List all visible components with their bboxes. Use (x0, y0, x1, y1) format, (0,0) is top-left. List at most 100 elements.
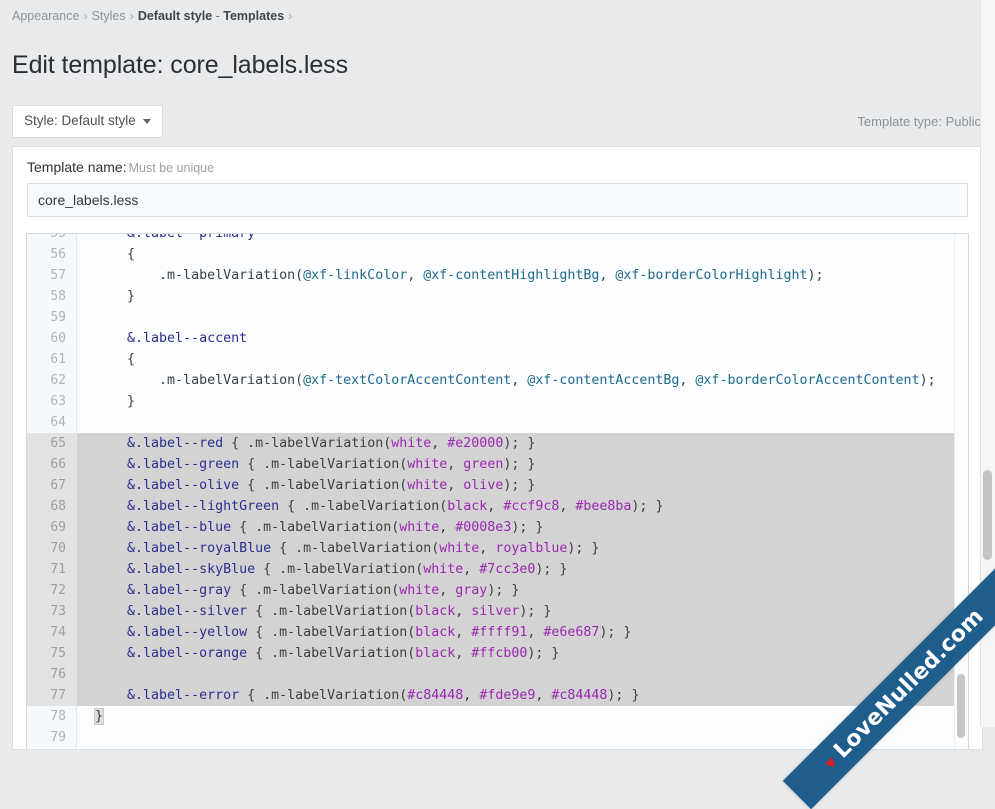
line-number: 70 (27, 537, 77, 559)
code-token: &.label--error (95, 687, 240, 703)
page-scrollbar-thumb[interactable] (983, 470, 992, 560)
code-editor-lines[interactable]: 55 &.label--primary56 {57 .m-labelVariat… (27, 233, 968, 749)
code-line-content[interactable]: &.label--silver { .m-labelVariation(blac… (77, 601, 968, 622)
line-number: 72 (27, 579, 77, 601)
code-token: .m-labelVariation( (263, 456, 408, 472)
code-line[interactable]: 78} (27, 705, 968, 727)
code-line-content[interactable]: .m-labelVariation(@xf-linkColor, @xf-con… (77, 265, 968, 286)
breadcrumb-item-appearance[interactable]: Appearance (12, 9, 79, 23)
code-line-content[interactable]: &.label--gray { .m-labelVariation(white,… (77, 580, 968, 601)
breadcrumb-item-current[interactable]: Default style - Templates (138, 9, 284, 23)
code-line[interactable]: 66 &.label--green { .m-labelVariation(wh… (27, 453, 968, 475)
code-token: &.label--gray (95, 582, 232, 598)
code-token: { (223, 435, 248, 451)
code-line[interactable]: 58 } (27, 285, 968, 307)
line-number: 69 (27, 516, 77, 538)
breadcrumb-current-templates: Templates (223, 9, 285, 23)
code-line-content[interactable] (77, 664, 968, 685)
line-number: 56 (27, 243, 77, 265)
code-token: { (239, 687, 264, 703)
code-line-content[interactable]: &.label--skyBlue { .m-labelVariation(whi… (77, 559, 968, 580)
code-line-content[interactable]: &.label--green { .m-labelVariation(white… (77, 454, 968, 475)
code-line-content[interactable]: &.label--red { .m-labelVariation(white, … (77, 433, 968, 454)
code-line[interactable]: 72 &.label--gray { .m-labelVariation(whi… (27, 579, 968, 601)
code-line[interactable]: 61 { (27, 348, 968, 370)
code-token: #c84448 (551, 687, 608, 703)
code-token: .m-labelVariation( (303, 498, 448, 514)
code-line[interactable]: 67 &.label--olive { .m-labelVariation(wh… (27, 474, 968, 496)
code-line[interactable]: 64 (27, 411, 968, 433)
code-line[interactable]: 75 &.label--orange { .m-labelVariation(b… (27, 642, 968, 664)
code-line-content[interactable]: } (77, 286, 968, 307)
editor-scrollbar-thumb[interactable] (957, 673, 965, 738)
code-line-content[interactable]: { (77, 349, 968, 370)
code-line[interactable]: 56 { (27, 243, 968, 265)
code-token: .m-labelVariation( (95, 267, 304, 283)
code-line[interactable]: 69 &.label--blue { .m-labelVariation(whi… (27, 516, 968, 538)
code-token: .m-labelVariation( (295, 540, 440, 556)
code-line[interactable]: 76 (27, 663, 968, 685)
line-number: 66 (27, 453, 77, 475)
line-number: 63 (27, 390, 77, 412)
code-line-content[interactable]: &.label--orange { .m-labelVariation(blac… (77, 643, 968, 664)
code-line[interactable]: 62 .m-labelVariation(@xf-textColorAccent… (27, 369, 968, 391)
code-token: .m-labelVariation( (271, 624, 416, 640)
code-line-content[interactable]: &.label--blue { .m-labelVariation(white,… (77, 517, 968, 538)
code-line-content[interactable]: { (77, 244, 968, 265)
code-token: #e20000 (447, 435, 504, 451)
code-line-content[interactable]: &.label--error { .m-labelVariation(#c844… (77, 685, 968, 706)
code-line[interactable]: 63 } (27, 390, 968, 412)
code-line-content[interactable]: &.label--accent (77, 328, 968, 349)
code-token: &.label--green (95, 456, 240, 472)
code-line-content[interactable]: &.label--primary (77, 234, 968, 244)
code-line[interactable]: 74 &.label--yellow { .m-labelVariation(b… (27, 621, 968, 643)
template-name-input[interactable] (27, 182, 968, 217)
code-token: { (271, 540, 296, 556)
code-token: @xf-contentAccentBg (527, 372, 680, 388)
code-token: .m-labelVariation( (95, 372, 304, 388)
code-line-content[interactable]: .m-labelVariation(@xf-textColorAccentCon… (77, 370, 968, 391)
code-token: , (439, 582, 456, 598)
code-line-content[interactable]: &.label--royalBlue { .m-labelVariation(w… (77, 538, 968, 559)
code-line-content[interactable] (77, 727, 968, 748)
code-line-content[interactable] (77, 412, 968, 433)
code-line[interactable]: 70 &.label--royalBlue { .m-labelVariatio… (27, 537, 968, 559)
code-editor[interactable]: 55 &.label--primary56 {57 .m-labelVariat… (26, 232, 969, 749)
editor-scrollbar-vertical[interactable] (954, 233, 968, 749)
code-token: green (463, 456, 504, 472)
code-line[interactable]: 79 (27, 726, 968, 748)
code-line-content[interactable]: &.label--lightGreen { .m-labelVariation(… (77, 496, 968, 517)
code-token: &.label--lightGreen (95, 498, 280, 514)
page-scrollbar-vertical[interactable] (980, 0, 995, 727)
code-token: ); } (607, 687, 640, 703)
code-token: , (487, 498, 504, 514)
code-line[interactable]: 73 &.label--silver { .m-labelVariation(b… (27, 600, 968, 622)
template-name-label-wrap: Template name: Must be unique (27, 159, 968, 175)
code-token: ); } (567, 540, 600, 556)
code-token: &.label--skyBlue (95, 561, 256, 577)
code-line-content[interactable]: &.label--yellow { .m-labelVariation(blac… (77, 622, 968, 643)
breadcrumb-item-styles[interactable]: Styles (92, 9, 126, 23)
code-line-content[interactable]: } (77, 706, 968, 727)
code-token: , (559, 498, 576, 514)
line-number: 67 (27, 474, 77, 496)
code-line[interactable]: 57 .m-labelVariation(@xf-linkColor, @xf-… (27, 264, 968, 286)
code-line[interactable]: 59 (27, 306, 968, 328)
code-line-content[interactable]: &.label--olive { .m-labelVariation(white… (77, 475, 968, 496)
code-line[interactable]: 60 &.label--accent (27, 327, 968, 349)
template-name-label: Template name: (27, 158, 127, 175)
code-line[interactable]: 65 &.label--red { .m-labelVariation(whit… (27, 432, 968, 454)
code-line[interactable]: 68 &.label--lightGreen { .m-labelVariati… (27, 495, 968, 517)
code-token: { (247, 603, 272, 619)
code-token: .m-labelVariation( (263, 477, 408, 493)
line-number: 55 (27, 233, 77, 244)
code-line[interactable]: 71 &.label--skyBlue { .m-labelVariation(… (27, 558, 968, 580)
code-line-content[interactable] (77, 307, 968, 328)
code-token: ); (919, 372, 936, 388)
template-name-field-row: Template name: Must be unique (13, 147, 982, 217)
code-line[interactable]: 55 &.label--primary (27, 233, 968, 244)
style-selector-button[interactable]: Style: Default style (12, 104, 163, 138)
code-line[interactable]: 77 &.label--error { .m-labelVariation(#c… (27, 684, 968, 706)
code-line-content[interactable]: } (77, 391, 968, 412)
code-token: } (95, 393, 136, 409)
